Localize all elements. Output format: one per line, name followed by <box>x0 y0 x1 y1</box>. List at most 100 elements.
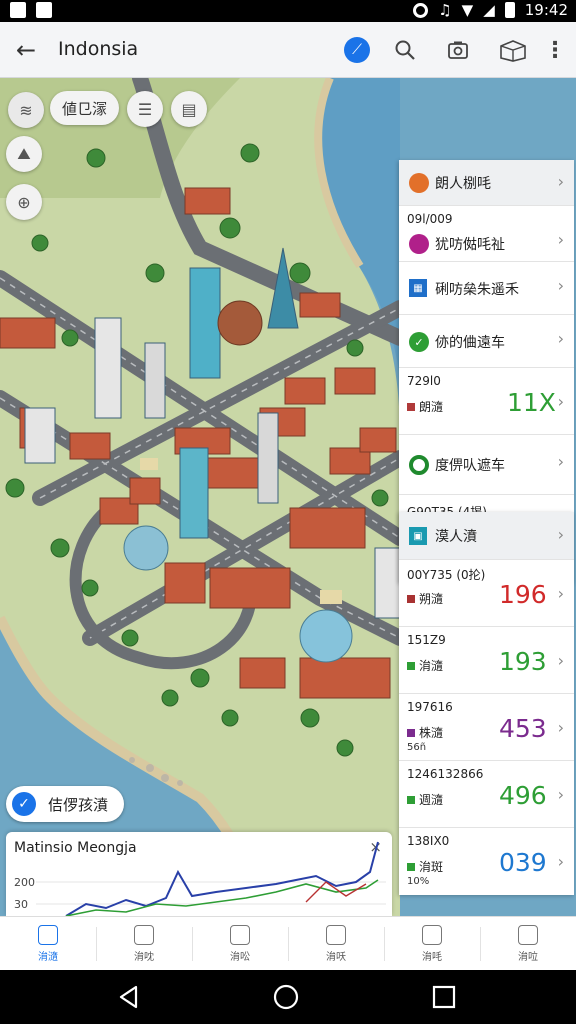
satellite-layer-button[interactable]: ▤ <box>171 91 207 127</box>
panel-list-item[interactable]: ✓ 㑊的㑋遠车 › <box>399 315 574 368</box>
globe-button[interactable]: ⊕ <box>6 184 42 220</box>
stat-legend: 㳙㵦 <box>407 657 443 674</box>
arrow-left-icon: ← <box>15 36 37 64</box>
bottom-nav-item[interactable]: 㳙㕪 <box>96 917 192 970</box>
more-vert-icon: ⋮ <box>544 37 566 63</box>
location-icon <box>413 2 429 18</box>
stat-value: 039 <box>499 848 547 877</box>
stat-meta: 197616 <box>407 700 453 714</box>
navigation-icon: ⟋ <box>344 37 370 63</box>
battery-icon <box>504 2 515 18</box>
chevron-right-icon: › <box>557 785 564 804</box>
elevation-graph-card[interactable]: Matinsio Meongja × 200 30 <box>6 832 392 916</box>
navigate-button[interactable]: ⟋ <box>342 35 372 65</box>
panel-stat-row[interactable]: 197616 株㵦 56ñ 453 › <box>399 694 574 761</box>
camera-icon <box>448 41 468 59</box>
check-icon: ✓ <box>12 792 36 816</box>
panel-list-item[interactable]: 度㑭㕥遮车 › <box>399 435 574 495</box>
legend-swatch <box>407 595 415 603</box>
bottom-navigation: 㳙㵦 㳙㕪 㳙㕬 㳙㕭 㳙㕰 㳙㕸 <box>0 916 576 970</box>
nav-tab-icon <box>134 924 154 945</box>
bottom-nav-item[interactable]: 㳙㕰 <box>384 917 480 970</box>
stat-sub: 56ñ <box>407 742 427 753</box>
nav-tab-icon <box>326 924 346 945</box>
building-icon: ▤ <box>181 99 197 119</box>
system-home-button[interactable] <box>273 984 299 1010</box>
more-options-button[interactable]: ⋮ <box>540 35 570 65</box>
map-view[interactable]: ≋ 値㔾溕 ☰ ▤ ⛰ ⊕ ✓ 佶㑩孩濆 Matinsio Meongja × … <box>0 78 576 916</box>
bottom-nav-item[interactable]: 㳙㕸 <box>480 917 576 970</box>
nav-tab-icon <box>38 924 58 945</box>
panel-list-item[interactable]: 09l/009 犹㕫㑬㕰祉 › <box>399 206 574 262</box>
layer-toggle-chip[interactable]: ✓ 佶㑩孩濆 <box>6 786 125 822</box>
bottom-nav-item[interactable]: 㳙㵦 <box>0 917 96 970</box>
chevron-right-icon: › <box>557 230 564 249</box>
back-button[interactable]: ← <box>12 36 40 64</box>
signal-icon: ◢ <box>483 1 495 19</box>
3d-box-icon <box>500 40 526 62</box>
blue-square-icon: ▦ <box>409 279 427 297</box>
green-ring-icon <box>409 455 429 475</box>
layers-icon: ≋ <box>19 100 33 120</box>
nav-tab-icon <box>518 924 538 945</box>
stat-legend: 朔㵦 <box>407 590 443 607</box>
info-panel-bottom: ▣ 漠人濆 › 00Y735 (0抡) 朔㵦 196 › 151Z9 㳙㵦 193 › 1976… <box>399 512 574 895</box>
panel-list-item[interactable]: ▦ 䂰㕫㕖朱遥禾 › <box>399 262 574 315</box>
stat-value: 11X <box>507 388 556 417</box>
traffic-layer-button[interactable]: ☰ <box>127 91 163 127</box>
stat-value: 193 <box>499 647 547 676</box>
teal-square-icon: ▣ <box>409 527 427 545</box>
vibrate-icon: ♫ <box>438 1 452 19</box>
panel-header[interactable]: ▣ 漠人濆 › <box>399 512 574 560</box>
nav-tab-icon <box>230 924 250 945</box>
panel-stat-row[interactable]: 1246132866 週㵦 496 › <box>399 761 574 828</box>
panel-stat-row[interactable]: 138IX0 㳙斑 10% 039 › <box>399 828 574 895</box>
stat-value: 496 <box>499 781 547 810</box>
stat-meta: 151Z9 <box>407 633 446 647</box>
legend-swatch <box>407 403 415 411</box>
chevron-right-icon: › <box>557 718 564 737</box>
green-check-icon: ✓ <box>409 332 429 352</box>
map-filter-chip[interactable]: 値㔾溕 <box>50 91 120 125</box>
stat-legend: 週㵦 <box>407 791 443 808</box>
image-icon <box>36 2 52 18</box>
magenta-dot-icon <box>409 234 429 254</box>
system-back-button[interactable] <box>116 984 142 1010</box>
terrain-icon: ⛰ <box>17 144 31 163</box>
chevron-right-icon: › <box>557 852 564 871</box>
stat-sub: 10% <box>407 876 430 887</box>
search-icon <box>395 40 415 60</box>
system-navigation-bar <box>0 970 576 1024</box>
chevron-right-icon: › <box>557 651 564 670</box>
3d-view-button[interactable] <box>496 35 530 65</box>
panel-stat-row[interactable]: 00Y735 (0抡) 朔㵦 196 › <box>399 560 574 627</box>
status-time: 19:42 <box>524 1 568 19</box>
panel-stat-row[interactable]: 729l0 朗㵦 11X › <box>399 368 574 435</box>
legend-swatch <box>407 863 415 871</box>
chevron-right-icon: › <box>557 525 564 544</box>
chevron-right-icon: › <box>557 329 564 348</box>
bottom-nav-item[interactable]: 㳙㕬 <box>192 917 288 970</box>
bottom-nav-item[interactable]: 㳙㕭 <box>288 917 384 970</box>
chevron-right-icon: › <box>557 452 564 471</box>
layers-button[interactable]: ≋ <box>8 92 44 128</box>
wifi-icon: ▼ <box>461 1 474 19</box>
panel-header[interactable]: 朗人㭭㕰 › <box>399 160 574 206</box>
chevron-right-icon: › <box>557 172 564 191</box>
camera-button[interactable] <box>443 35 473 65</box>
search-button[interactable] <box>390 35 420 65</box>
stat-legend: 㳙斑 <box>407 858 443 875</box>
panel-stat-row[interactable]: 151Z9 㳙㵦 193 › <box>399 627 574 694</box>
graph-lines <box>36 841 386 916</box>
legend-swatch <box>407 729 415 737</box>
app-bar: ← Indonsia ⟋ ⋮ <box>0 22 576 78</box>
stat-meta: 138IX0 <box>407 834 450 848</box>
orange-dot-icon <box>409 173 429 193</box>
stat-list: 00Y735 (0抡) 朔㵦 196 › 151Z9 㳙㵦 193 › 197616 株㵦 56ñ 4… <box>399 560 574 895</box>
terrain-button[interactable]: ⛰ <box>6 136 42 172</box>
status-bar: ♫ ▼ ◢ 19:42 <box>0 0 576 22</box>
legend-swatch <box>407 796 415 804</box>
legend-swatch <box>407 662 415 670</box>
system-recents-button[interactable] <box>431 984 457 1010</box>
stack-icon: ☰ <box>137 99 153 119</box>
